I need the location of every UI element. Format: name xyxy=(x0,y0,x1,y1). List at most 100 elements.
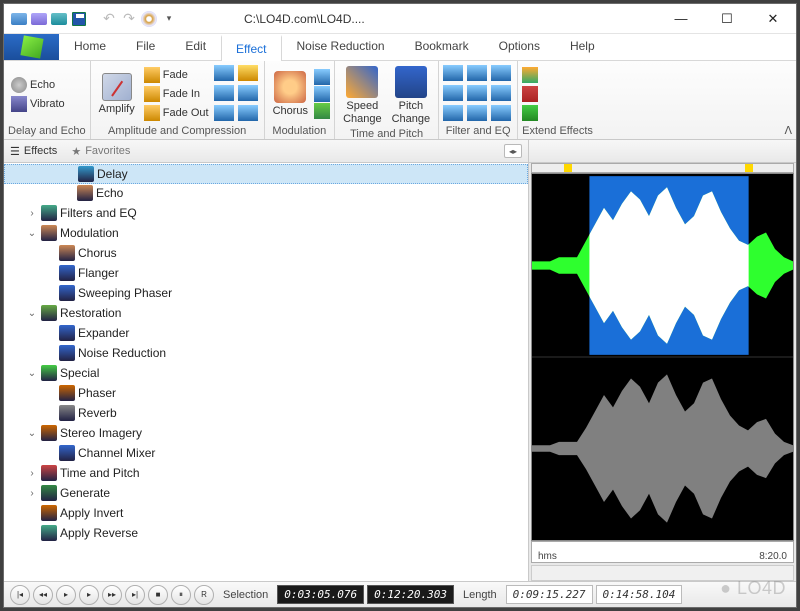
qat-dropdown-icon[interactable]: ▾ xyxy=(160,10,178,28)
ffwd-button[interactable]: ▸▸ xyxy=(102,585,122,605)
menu-tab-noise-reduction[interactable]: Noise Reduction xyxy=(282,34,400,60)
menu-tab-help[interactable]: Help xyxy=(555,34,610,60)
tree-item-filters-and-eq[interactable]: › Filters and EQ xyxy=(4,203,528,223)
play2-button[interactable]: ▸ xyxy=(79,585,99,605)
tree-item-generate[interactable]: › Generate xyxy=(4,483,528,503)
tree-item-delay[interactable]: Delay xyxy=(4,164,528,184)
tab-effects[interactable]: ☰ Effects xyxy=(10,145,57,158)
reverse-icon xyxy=(41,525,57,541)
feq-2[interactable] xyxy=(467,65,487,81)
menu-tab-bookmark[interactable]: Bookmark xyxy=(400,34,484,60)
waveform-canvas[interactable] xyxy=(531,173,794,541)
tree-item-flanger[interactable]: Flanger xyxy=(4,263,528,283)
echo-button[interactable]: Echo xyxy=(8,76,68,94)
timeline-top[interactable] xyxy=(531,163,794,173)
tree-item-special[interactable]: ⌄Special xyxy=(4,363,528,383)
chorus-button[interactable]: Chorus xyxy=(269,69,312,120)
fade-out-button[interactable]: Fade Out xyxy=(141,104,212,122)
skip-start-button[interactable]: |◂ xyxy=(10,585,30,605)
tree-item-sweeping-phaser[interactable]: Sweeping Phaser xyxy=(4,283,528,303)
tree-toggle-icon[interactable]: ⌄ xyxy=(26,368,38,379)
fade-button[interactable]: Fade xyxy=(141,66,212,84)
amp-extra-1[interactable] xyxy=(214,65,234,81)
app-menu-button[interactable] xyxy=(4,34,59,60)
tree-item-stereo-imagery[interactable]: ⌄Stereo Imagery xyxy=(4,423,528,443)
panel-collapse-button[interactable]: ◂▸ xyxy=(504,144,522,158)
tree-item-phaser[interactable]: Phaser xyxy=(4,383,528,403)
menu-tab-edit[interactable]: Edit xyxy=(170,34,221,60)
tree-item-chorus[interactable]: Chorus xyxy=(4,243,528,263)
ext-1[interactable] xyxy=(522,67,538,83)
ext-2[interactable] xyxy=(522,86,538,102)
tree-toggle-icon[interactable]: ⌄ xyxy=(26,228,38,239)
tree-item-noise-reduction[interactable]: Noise Reduction xyxy=(4,343,528,363)
tree-item-echo[interactable]: Echo xyxy=(4,183,528,203)
tree-item-apply-reverse[interactable]: Apply Reverse xyxy=(4,523,528,543)
save-icon[interactable] xyxy=(70,10,88,28)
cd-icon[interactable] xyxy=(140,10,158,28)
tree-toggle-icon[interactable]: ⌄ xyxy=(26,308,38,319)
tab-favorites[interactable]: ★ Favorites xyxy=(71,145,130,158)
pause-button[interactable]: ⏸ xyxy=(171,585,191,605)
menu-tab-options[interactable]: Options xyxy=(484,34,555,60)
tree-item-restoration[interactable]: ⌄Restoration xyxy=(4,303,528,323)
tree-toggle-icon[interactable]: ⌄ xyxy=(26,428,38,439)
amplify-button[interactable]: Amplify xyxy=(95,71,139,118)
mod-extra-3[interactable] xyxy=(314,103,330,119)
feq-3[interactable] xyxy=(491,65,511,81)
menu-tab-file[interactable]: File xyxy=(121,34,170,60)
open2-icon[interactable] xyxy=(30,10,48,28)
tree-item-time-and-pitch[interactable]: ›Time and Pitch xyxy=(4,463,528,483)
tree-toggle-icon[interactable]: › xyxy=(26,488,38,499)
feq-6[interactable] xyxy=(491,85,511,101)
marker-end[interactable] xyxy=(745,164,753,172)
maximize-button[interactable]: ☐ xyxy=(704,4,750,34)
tree-item-modulation[interactable]: ⌄Modulation xyxy=(4,223,528,243)
play-button[interactable]: ▸ xyxy=(56,585,76,605)
fade-in-button[interactable]: Fade In xyxy=(141,85,212,103)
tree-item-apply-invert[interactable]: Apply Invert xyxy=(4,503,528,523)
tree-item-expander[interactable]: Expander xyxy=(4,323,528,343)
tree-item-reverb[interactable]: Reverb xyxy=(4,403,528,423)
pitch-change-button[interactable]: Pitch Change xyxy=(388,64,435,127)
tree-toggle-icon[interactable]: › xyxy=(26,208,38,219)
undo-icon[interactable]: ↶ xyxy=(100,10,118,28)
close-button[interactable]: ✕ xyxy=(750,4,796,34)
feq-4[interactable] xyxy=(443,85,463,101)
ext-3[interactable] xyxy=(522,105,538,121)
record-button[interactable]: R xyxy=(194,585,214,605)
menu-tab-home[interactable]: Home xyxy=(59,34,121,60)
skip-end-button[interactable]: ▸| xyxy=(125,585,145,605)
feq-7[interactable] xyxy=(443,105,463,121)
effects-tree[interactable]: Delay Echo › Filters and EQ ⌄ModulationChoru… xyxy=(4,163,528,581)
feq-5[interactable] xyxy=(467,85,487,101)
tree-item-label: Filters and EQ xyxy=(60,206,137,220)
redo-icon[interactable]: ↷ xyxy=(120,10,138,28)
amp-extra-2[interactable] xyxy=(238,65,258,81)
tree-item-label: Echo xyxy=(96,186,123,200)
open3-icon[interactable] xyxy=(50,10,68,28)
stop-button[interactable]: ■ xyxy=(148,585,168,605)
amp-extra-6[interactable] xyxy=(238,105,258,121)
amp-extra-4[interactable] xyxy=(238,85,258,101)
marker-start[interactable] xyxy=(564,164,572,172)
tree-toggle-icon[interactable]: › xyxy=(26,468,38,479)
feq-8[interactable] xyxy=(467,105,487,121)
tree-item-label: Generate xyxy=(60,486,110,500)
vibrato-button[interactable]: Vibrato xyxy=(8,95,68,113)
speed-change-button[interactable]: Speed Change xyxy=(339,64,386,127)
menu-tab-effect[interactable]: Effect xyxy=(221,35,281,61)
feq-9[interactable] xyxy=(491,105,511,121)
time-ruler[interactable]: hms 8:20.0 xyxy=(531,541,794,563)
rewind-button[interactable]: ◂◂ xyxy=(33,585,53,605)
minimize-button[interactable]: — xyxy=(658,4,704,34)
mod-extra-2[interactable] xyxy=(314,86,330,102)
tree-item-channel-mixer[interactable]: Channel Mixer xyxy=(4,443,528,463)
ribbon-collapse-icon[interactable]: ᐱ xyxy=(784,124,792,137)
open-icon[interactable] xyxy=(10,10,28,28)
feq-1[interactable] xyxy=(443,65,463,81)
amp-extra-5[interactable] xyxy=(214,105,234,121)
group-label-time-pitch: Time and Pitch xyxy=(339,127,434,141)
amp-extra-3[interactable] xyxy=(214,85,234,101)
mod-extra-1[interactable] xyxy=(314,69,330,85)
